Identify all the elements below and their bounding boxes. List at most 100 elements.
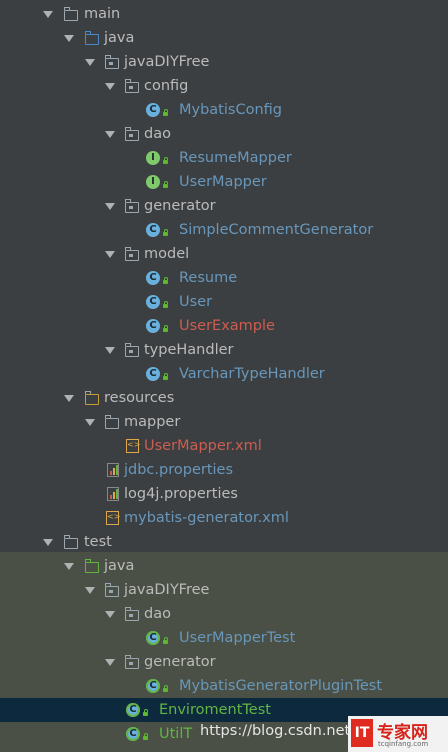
package-icon	[124, 607, 139, 621]
package-icon	[124, 127, 139, 141]
package-icon	[104, 583, 119, 597]
node-label: javaDIYFree	[124, 582, 210, 598]
tree-node-package-config[interactable]: config	[0, 74, 448, 98]
node-label: Resume	[179, 270, 238, 286]
node-label: generator	[144, 654, 216, 670]
lock-icon	[163, 277, 168, 284]
node-label: test	[84, 534, 112, 550]
node-label: generator	[144, 198, 216, 214]
tree-node-test-class-mybatisgeneratorplugintest[interactable]: C MybatisGeneratorPluginTest	[0, 674, 448, 698]
node-label: mybatis-generator.xml	[124, 510, 289, 526]
node-label: mapper	[124, 414, 181, 430]
lock-icon	[163, 157, 168, 164]
chevron-down-icon[interactable]	[64, 563, 74, 570]
xml-file-icon: <>	[106, 511, 120, 525]
chevron-down-icon[interactable]	[85, 59, 95, 66]
chevron-down-icon[interactable]	[105, 347, 115, 354]
lock-icon	[163, 685, 168, 692]
class-icon: C	[146, 223, 160, 237]
tree-node-folder-mapper[interactable]: mapper	[0, 410, 448, 434]
node-label: UserMapperTest	[179, 630, 296, 646]
tree-node-test-package-dao[interactable]: dao	[0, 602, 448, 626]
tree-node-test[interactable]: test	[0, 530, 448, 554]
interface-icon: I	[146, 175, 160, 189]
chevron-down-icon[interactable]	[105, 611, 115, 618]
node-label: SimpleCommentGenerator	[179, 222, 374, 238]
tree-node-main[interactable]: main	[0, 2, 448, 26]
tree-node-class-mybatisconfig[interactable]: C MybatisConfig	[0, 98, 448, 122]
tree-node-class-varchartypehandler[interactable]: C VarcharTypeHandler	[0, 362, 448, 386]
tree-node-class-userexample[interactable]: C UserExample	[0, 314, 448, 338]
tree-node-package-typehandler[interactable]: typeHandler	[0, 338, 448, 362]
folder-icon	[63, 535, 78, 549]
node-label: UserMapper	[179, 174, 267, 190]
chevron-down-icon[interactable]	[105, 203, 115, 210]
interface-icon: I	[146, 151, 160, 165]
test-class-icon: C	[146, 679, 160, 693]
chevron-down-icon[interactable]	[105, 659, 115, 666]
node-label: resources	[104, 390, 175, 406]
source-folder-icon	[84, 31, 99, 45]
properties-file-icon	[107, 463, 119, 477]
test-class-icon: C	[126, 703, 140, 717]
tree-node-class-simplecommentgenerator[interactable]: C SimpleCommentGenerator	[0, 218, 448, 242]
tree-node-resources[interactable]: resources	[0, 386, 448, 410]
properties-file-icon	[107, 487, 119, 501]
class-icon: C	[146, 103, 160, 117]
chevron-down-icon[interactable]	[85, 587, 95, 594]
node-label: log4j.properties	[124, 486, 238, 502]
tree-node-test-package-generator[interactable]: generator	[0, 650, 448, 674]
tree-node-package-javadiyfree[interactable]: javaDIYFree	[0, 50, 448, 74]
node-label: UtilT	[159, 726, 193, 742]
package-icon	[124, 655, 139, 669]
lock-icon	[143, 709, 148, 716]
chevron-down-icon[interactable]	[64, 35, 74, 42]
tree-node-main-java[interactable]: java	[0, 26, 448, 50]
node-label: MybatisConfig	[179, 102, 282, 118]
tree-node-file-mybatis-generator-xml[interactable]: <> mybatis-generator.xml	[0, 506, 448, 530]
node-label: dao	[144, 606, 171, 622]
node-label: VarcharTypeHandler	[179, 366, 325, 382]
tree-node-interface-usermapper[interactable]: I UserMapper	[0, 170, 448, 194]
chevron-down-icon[interactable]	[64, 395, 74, 402]
tree-node-test-class-usermappertest[interactable]: C UserMapperTest	[0, 626, 448, 650]
class-icon: C	[146, 295, 160, 309]
tree-node-interface-resumemapper[interactable]: I ResumeMapper	[0, 146, 448, 170]
node-label: UserMapper.xml	[144, 438, 262, 454]
resources-folder-icon	[84, 391, 99, 405]
lock-icon	[163, 373, 168, 380]
node-label: ResumeMapper	[179, 150, 292, 166]
tree-node-package-generator[interactable]: generator	[0, 194, 448, 218]
node-label: dao	[144, 126, 171, 142]
tree-node-package-dao[interactable]: dao	[0, 122, 448, 146]
test-source-folder-icon	[84, 559, 99, 573]
tree-node-test-java[interactable]: java	[0, 554, 448, 578]
package-icon	[124, 199, 139, 213]
tree-node-package-model[interactable]: model	[0, 242, 448, 266]
node-label: model	[144, 246, 190, 262]
chevron-down-icon[interactable]	[105, 251, 115, 258]
tree-node-test-package-javadiyfree[interactable]: javaDIYFree	[0, 578, 448, 602]
chevron-down-icon[interactable]	[105, 131, 115, 138]
tree-node-file-jdbc-properties[interactable]: jdbc.properties	[0, 458, 448, 482]
tree-node-class-resume[interactable]: C Resume	[0, 266, 448, 290]
lock-icon	[163, 109, 168, 116]
lock-icon	[163, 637, 168, 644]
node-label: main	[84, 6, 121, 22]
node-label: typeHandler	[144, 342, 234, 358]
tree-node-file-usermapper-xml[interactable]: <> UserMapper.xml	[0, 434, 448, 458]
node-label: User	[179, 294, 213, 310]
folder-icon	[104, 415, 119, 429]
chevron-down-icon[interactable]	[105, 83, 115, 90]
folder-icon	[63, 7, 78, 21]
logo-subtext: tcqinfang.com	[378, 740, 429, 748]
chevron-down-icon[interactable]	[43, 11, 53, 18]
watermark-url: https://blog.csdn.net/q	[200, 723, 365, 739]
class-icon: C	[146, 367, 160, 381]
node-label: javaDIYFree	[124, 54, 210, 70]
tree-node-file-log4j-properties[interactable]: log4j.properties	[0, 482, 448, 506]
tree-node-class-user[interactable]: C User	[0, 290, 448, 314]
package-icon	[104, 55, 119, 69]
chevron-down-icon[interactable]	[43, 539, 53, 546]
chevron-down-icon[interactable]	[85, 419, 95, 426]
